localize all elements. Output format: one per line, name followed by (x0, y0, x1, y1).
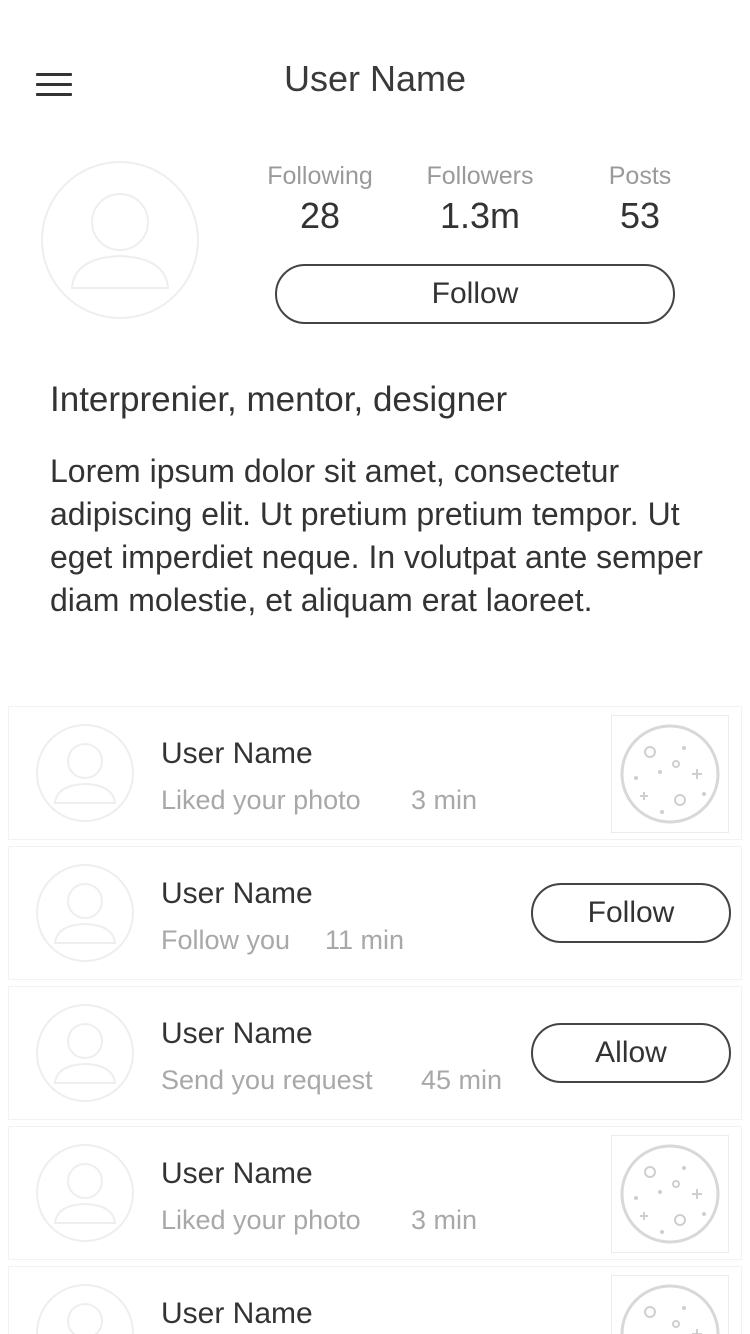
stat-posts[interactable]: Posts 53 (570, 160, 710, 240)
avatar[interactable] (35, 1003, 135, 1103)
avatar[interactable] (35, 863, 135, 963)
profile-avatar[interactable] (40, 160, 200, 320)
stat-label: Following (267, 162, 373, 190)
stat-value: 53 (619, 195, 661, 236)
notification-item[interactable]: User Name Follow you 11 min Follow (8, 846, 742, 980)
stat-followers[interactable]: Followers 1.3m (410, 160, 550, 240)
stat-following[interactable]: Following 28 (250, 160, 390, 240)
notification-user-name[interactable]: User Name (161, 1157, 313, 1191)
bio-headline: Interprenier, mentor, designer (50, 380, 508, 419)
avatar[interactable] (35, 723, 135, 823)
stat-label: Followers (426, 162, 534, 190)
notification-time: 3 min (411, 1205, 478, 1235)
user-avatar-placeholder-icon (36, 724, 134, 822)
avatar[interactable] (35, 1283, 135, 1334)
notification-item[interactable]: User Name Liked your photo 3 min (8, 1126, 742, 1260)
photo-thumbnail-icon (620, 1144, 720, 1244)
notification-time: 3 min (411, 785, 478, 815)
photo-thumbnail[interactable] (611, 715, 729, 833)
notification-user-name[interactable]: User Name (161, 737, 313, 771)
photo-thumbnail[interactable] (611, 1275, 729, 1334)
stat-value: 28 (299, 195, 341, 236)
notification-action: Liked your photo (161, 1205, 361, 1235)
stat-label: Posts (608, 162, 672, 190)
notification-user-name[interactable]: User Name (161, 877, 313, 911)
notification-time: 45 min (421, 1065, 503, 1095)
allow-request-button[interactable]: Allow (531, 1023, 731, 1083)
notification-user-name[interactable]: User Name (161, 1017, 313, 1051)
notification-item[interactable]: User Name (8, 1266, 742, 1334)
notification-action: Follow you (161, 925, 291, 955)
user-avatar-placeholder-icon (36, 1284, 134, 1334)
avatar[interactable] (35, 1143, 135, 1243)
app-header: User Name (0, 0, 750, 160)
notification-user-name[interactable]: User Name (161, 1297, 313, 1331)
photo-thumbnail[interactable] (611, 1135, 729, 1253)
stat-value: 1.3m (439, 195, 521, 236)
user-avatar-placeholder-icon (41, 161, 199, 319)
follow-button[interactable]: Follow (275, 264, 675, 324)
follow-back-button[interactable]: Follow (531, 883, 731, 943)
notification-item[interactable]: User Name Liked your photo 3 min (8, 706, 742, 840)
notification-action: Liked your photo (161, 785, 361, 815)
notification-action: Send you request (161, 1065, 373, 1095)
page-title: User Name (283, 58, 467, 99)
user-avatar-placeholder-icon (36, 864, 134, 962)
user-avatar-placeholder-icon (36, 1144, 134, 1242)
photo-thumbnail-icon (620, 724, 720, 824)
photo-thumbnail-icon (620, 1284, 720, 1334)
bio-text: Lorem ipsum dolor sit amet, consectetur … (50, 453, 703, 618)
profile-stats: Following 28 Followers 1.3m Posts 53 (250, 160, 690, 250)
user-avatar-placeholder-icon (36, 1004, 134, 1102)
notification-item[interactable]: User Name Send you request 45 min Allow (8, 986, 742, 1120)
notification-time: 11 min (325, 925, 405, 955)
